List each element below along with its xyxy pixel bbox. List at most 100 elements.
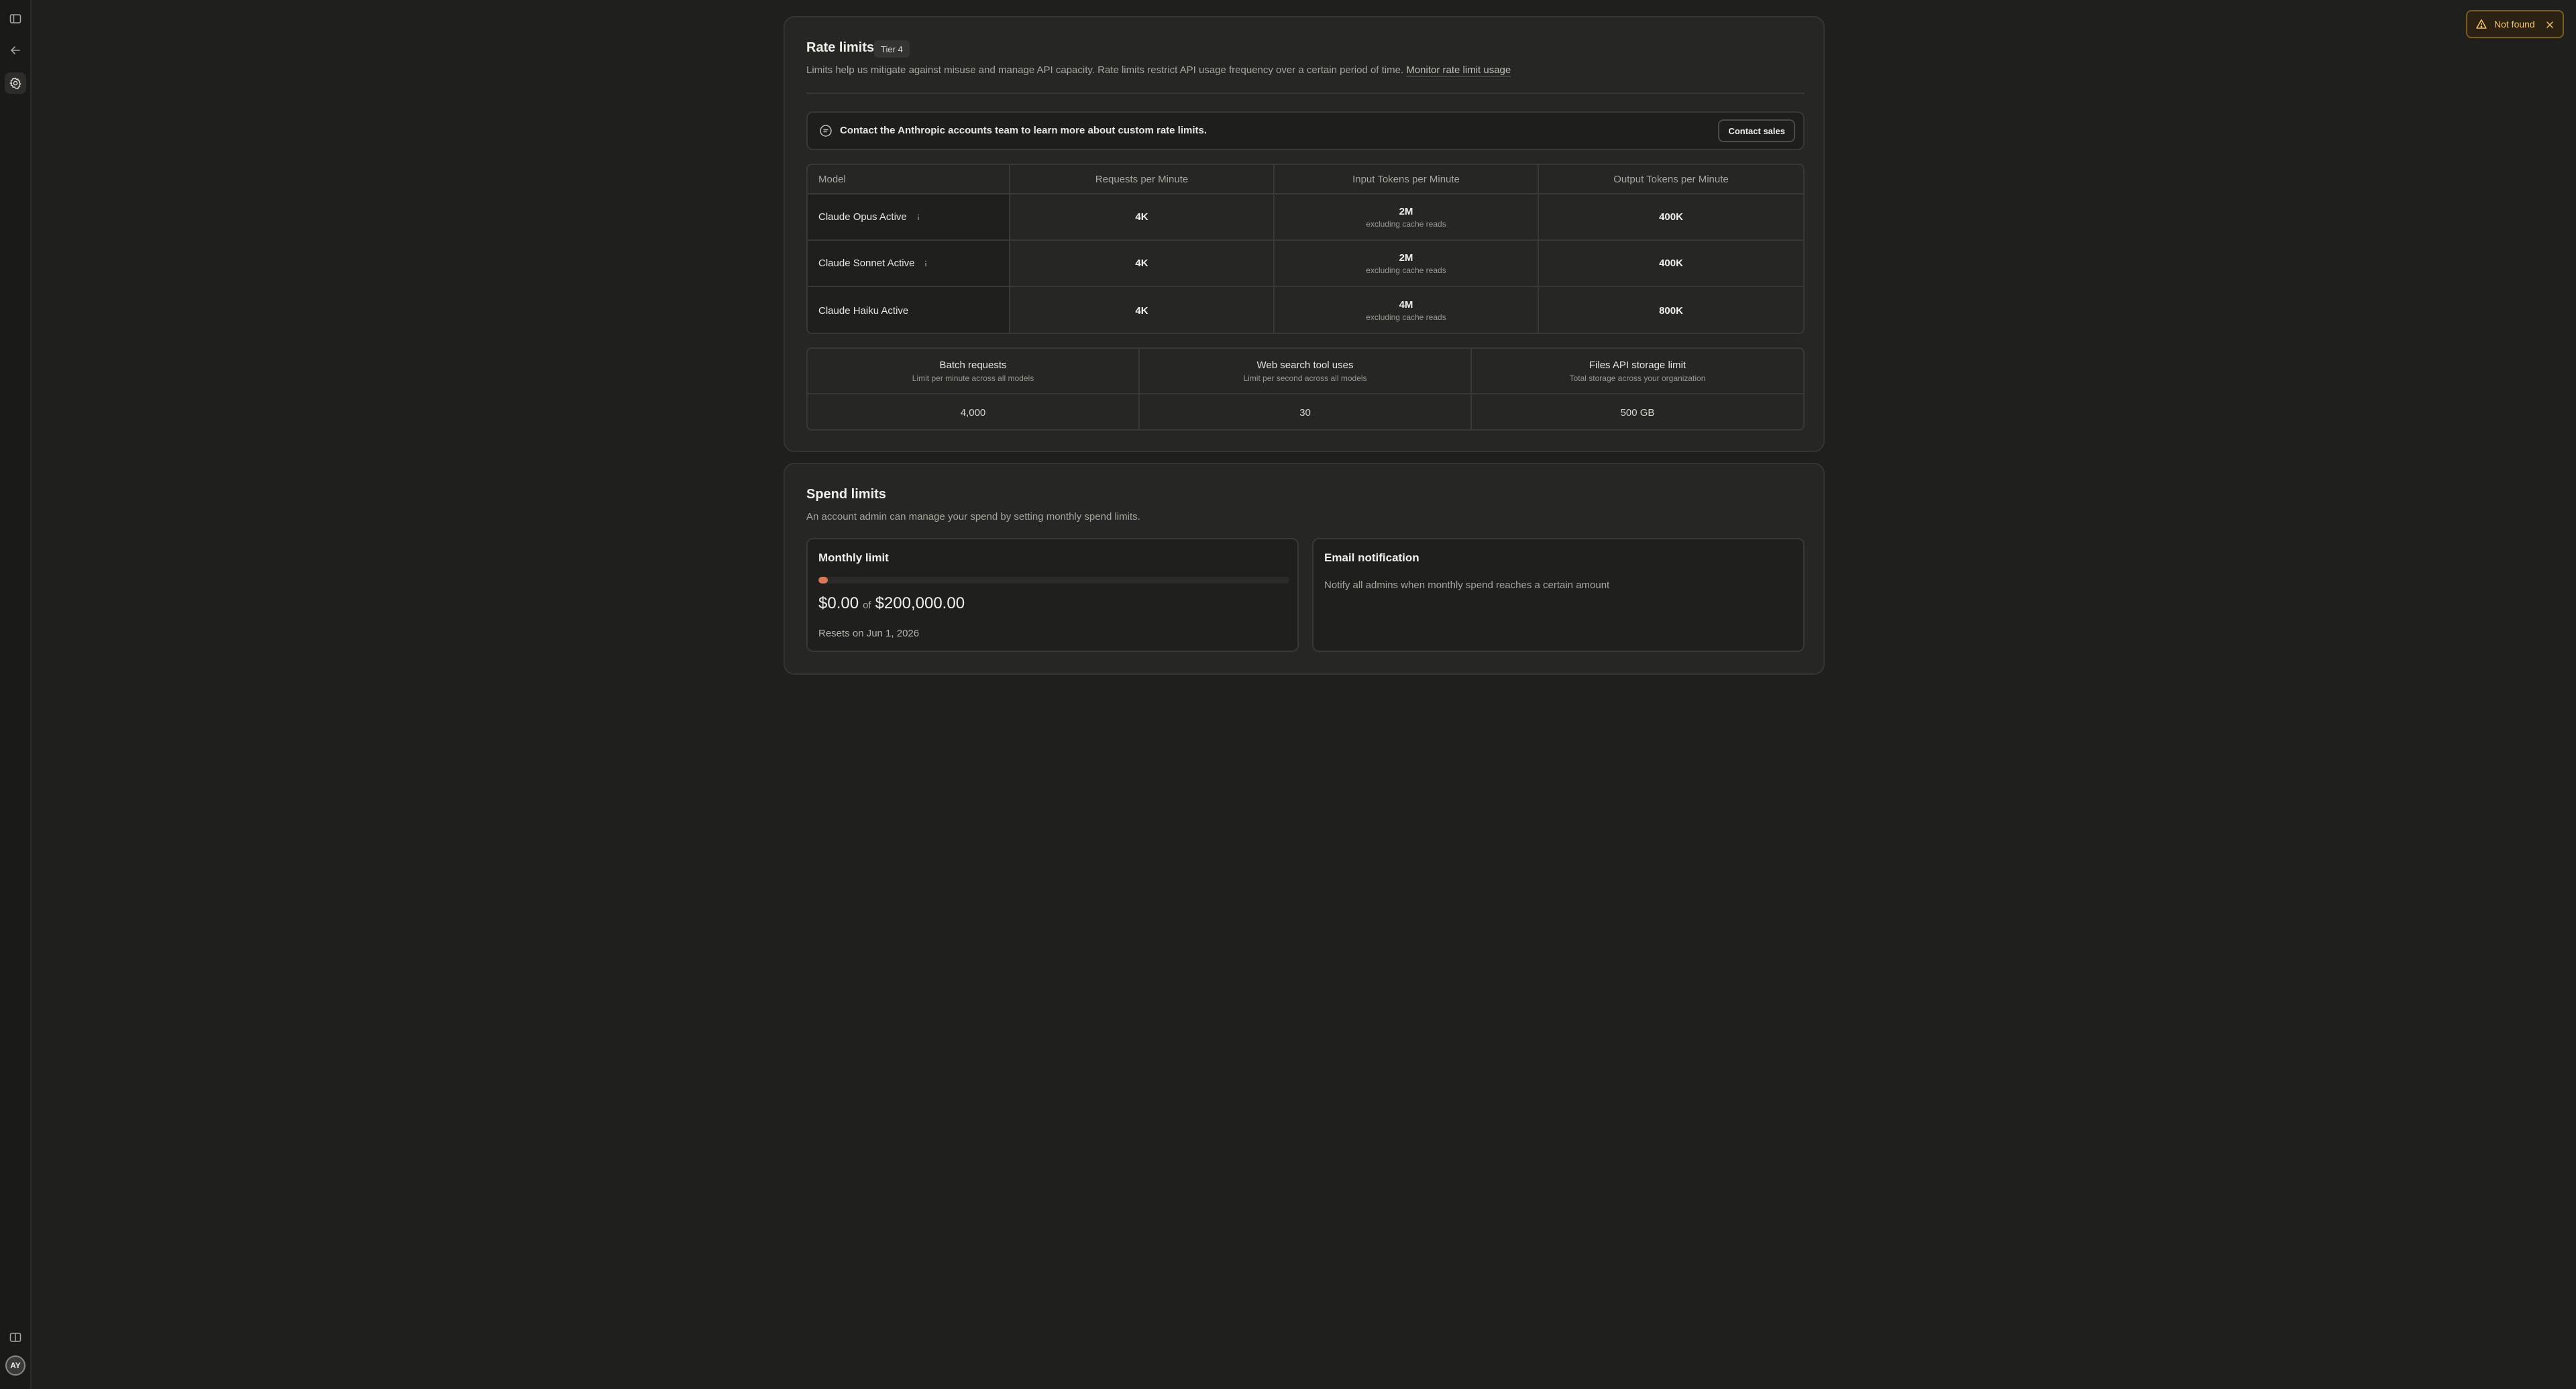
limit-subtitle: Limit per second across all models <box>1243 374 1367 383</box>
spend-progress-bar <box>818 577 1289 584</box>
chat-bubble-icon <box>820 125 832 137</box>
limit-title: Web search tool uses <box>1256 359 1354 371</box>
sidebar: AY <box>0 0 32 1389</box>
limit-value: 30 <box>1299 406 1311 419</box>
divider <box>806 93 1805 94</box>
info-icon[interactable] <box>921 259 930 268</box>
limit-header: Web search tool uses Limit per second ac… <box>1140 349 1470 394</box>
spend-limits-card: Spend limits An account admin can manage… <box>784 463 1825 675</box>
limit-title: Files API storage limit <box>1589 359 1686 371</box>
limit-subtitle: Limit per minute across all models <box>912 374 1034 383</box>
rate-limits-description: Limits help us mitigate against misuse a… <box>806 64 1511 76</box>
otpm-value: 800K <box>1659 304 1683 317</box>
not-found-toast: Not found <box>2466 10 2564 38</box>
email-notification-description: Notify all admins when monthly spend rea… <box>1324 579 1610 591</box>
limit-amount: $200,000.00 <box>875 594 965 612</box>
rpm-value: 4K <box>1135 211 1148 223</box>
itpm-note: excluding cache reads <box>1366 313 1446 322</box>
contact-banner: Contact the Anthropic accounts team to l… <box>806 111 1805 150</box>
toast-text: Not found <box>2494 19 2535 30</box>
monthly-limit-title: Monthly limit <box>818 551 889 564</box>
otpm-cell: 400K <box>1539 195 1803 239</box>
back-arrow-icon <box>10 46 20 54</box>
monthly-limit-card: Monthly limit $0.00 of $200,000.00 Reset… <box>806 538 1299 652</box>
limit-header: Batch requests Limit per minute across a… <box>808 349 1138 394</box>
email-notification-card[interactable]: Email notification Notify all admins whe… <box>1312 538 1805 652</box>
itpm-value: 4M <box>1399 299 1413 311</box>
sidebar-toggle-button[interactable] <box>5 8 26 30</box>
header-model-label: Model <box>818 173 846 185</box>
resets-date: Resets on Jun 1, 2026 <box>818 628 920 639</box>
model-name-wrap: Claude Opus Active <box>818 211 923 223</box>
avatar[interactable]: AY <box>5 1355 25 1376</box>
contact-text: Contact the Anthropic accounts team to l… <box>840 125 1208 136</box>
close-icon[interactable] <box>2545 20 2555 30</box>
other-limits: Batch requests Limit per minute across a… <box>806 347 1805 431</box>
warning-icon <box>2476 19 2487 29</box>
model-name-wrap: Claude Sonnet Active <box>818 258 930 269</box>
itpm-note: excluding cache reads <box>1366 219 1446 229</box>
sidebar-toggle-icon <box>9 14 21 23</box>
settings-icon <box>9 77 21 90</box>
itpm-cell: 4M excluding cache reads <box>1275 287 1539 333</box>
spent-amount: $0.00 <box>818 594 859 612</box>
rpm-cell: 4K <box>1010 195 1275 239</box>
rate-limits-table: Model Requests per Minute Input Tokens p… <box>806 164 1805 334</box>
limit-value: 4,000 <box>960 406 986 419</box>
web-search-limit: Web search tool uses Limit per second ac… <box>1140 349 1472 429</box>
info-icon[interactable] <box>914 213 923 222</box>
tier-badge: Tier 4 <box>874 40 910 58</box>
monitor-rate-limit-link[interactable]: Monitor rate limit usage <box>1406 64 1511 76</box>
limit-subtitle: Total storage across your organization <box>1569 374 1706 383</box>
model-name: Claude Sonnet Active <box>818 258 915 269</box>
rate-limits-title: Rate limits <box>806 40 875 55</box>
limit-value: 500 GB <box>1620 406 1655 419</box>
model-cell: Claude Haiku Active <box>808 287 1010 333</box>
panel-button[interactable] <box>5 1327 26 1348</box>
table-header-row: Model Requests per Minute Input Tokens p… <box>808 165 1803 195</box>
panel-icon <box>9 1333 21 1342</box>
itpm-cell: 2M excluding cache reads <box>1275 195 1539 239</box>
spend-limits-title: Spend limits <box>806 487 886 502</box>
table-row: Claude Opus Active 4K 2M excluding cache … <box>808 195 1803 241</box>
rpm-value: 4K <box>1135 258 1148 269</box>
table-row: Claude Haiku Active 4K 4M excluding cache… <box>808 287 1803 333</box>
otpm-cell: 400K <box>1539 241 1803 286</box>
otpm-cell: 800K <box>1539 287 1803 333</box>
header-itpm-label: Input Tokens per Minute <box>1352 173 1460 185</box>
model-name: Claude Opus Active <box>818 211 907 223</box>
header-otpm-label: Output Tokens per Minute <box>1613 173 1729 185</box>
batch-requests-limit: Batch requests Limit per minute across a… <box>808 349 1140 429</box>
header-otpm: Output Tokens per Minute <box>1539 165 1803 193</box>
model-name: Claude Haiku Active <box>818 304 909 317</box>
itpm-value: 2M <box>1399 252 1413 264</box>
rpm-cell: 4K <box>1010 287 1275 333</box>
table-row: Claude Sonnet Active 4K 2M excluding cach… <box>808 241 1803 287</box>
model-cell: Claude Opus Active <box>808 195 1010 239</box>
back-button[interactable] <box>5 40 26 61</box>
itpm-note: excluding cache reads <box>1366 265 1446 275</box>
header-itpm: Input Tokens per Minute <box>1275 165 1539 193</box>
otpm-value: 400K <box>1659 211 1683 223</box>
model-cell: Claude Sonnet Active <box>808 241 1010 286</box>
itpm-cell: 2M excluding cache reads <box>1275 241 1539 286</box>
spend-progress-fill <box>818 577 828 584</box>
settings-button[interactable] <box>5 72 26 94</box>
files-storage-limit: Files API storage limit Total storage ac… <box>1472 349 1803 429</box>
limit-header: Files API storage limit Total storage ac… <box>1472 349 1803 394</box>
rate-limits-card: Rate limits Tier 4 Limits help us mitiga… <box>784 16 1825 452</box>
contact-sales-button[interactable]: Contact sales <box>1718 119 1795 142</box>
rpm-value: 4K <box>1135 304 1148 317</box>
itpm-value: 2M <box>1399 205 1413 217</box>
header-rpm-label: Requests per Minute <box>1095 173 1189 185</box>
of-label: of <box>863 600 871 611</box>
rate-limits-description-text: Limits help us mitigate against misuse a… <box>806 64 1404 76</box>
email-notification-title: Email notification <box>1324 551 1419 564</box>
header-rpm: Requests per Minute <box>1010 165 1275 193</box>
spend-amount: $0.00 of $200,000.00 <box>818 594 965 613</box>
header-model: Model <box>808 165 1010 193</box>
otpm-value: 400K <box>1659 258 1683 269</box>
spend-limits-description: An account admin can manage your spend b… <box>806 511 1140 522</box>
rpm-cell: 4K <box>1010 241 1275 286</box>
limit-title: Batch requests <box>939 359 1007 371</box>
